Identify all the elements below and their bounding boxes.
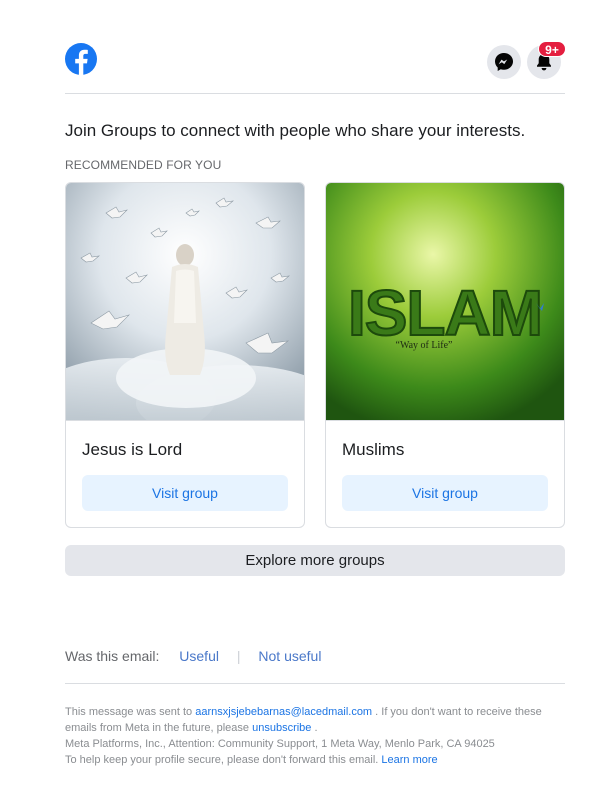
islam-image-text: ISLAM [348, 277, 542, 349]
learn-more-link[interactable]: Learn more [381, 754, 437, 766]
headline: Join Groups to connect with people who s… [65, 121, 526, 140]
islam-way-of-life-image[interactable]: ISLAM “Way of Life” [326, 183, 564, 421]
sent-to-notice: This message was sent to aarnsxjsjebebar… [65, 704, 555, 736]
notification-badge: 9+ [538, 41, 566, 57]
email-header: 9+ [65, 40, 566, 94]
facebook-logo-icon[interactable] [65, 43, 97, 75]
not-useful-link[interactable]: Not useful [258, 648, 321, 664]
visit-group-button[interactable]: Visit group [82, 475, 288, 511]
email-footer: This message was sent to aarnsxjsjebebar… [65, 704, 555, 768]
footer-divider [65, 683, 565, 684]
group-card-jesus-is-lord: Jesus is Lord Visit group [65, 182, 305, 528]
visit-group-button[interactable]: Visit group [342, 475, 548, 511]
email-feedback: Was this email: Useful | Not useful [65, 648, 321, 664]
feedback-question: Was this email: [65, 648, 160, 664]
security-text: To help keep your profile secure, please… [65, 754, 379, 766]
company-address: Meta Platforms, Inc., Attention: Communi… [65, 738, 495, 750]
group-card-muslims: ISLAM “Way of Life” Muslims Visit group [325, 182, 565, 528]
recipient-email-link[interactable]: aarnsxjsjebebarnas@lacedmail.com [195, 706, 372, 718]
explore-more-groups-button[interactable]: Explore more groups [65, 545, 565, 576]
unsubscribe-link[interactable]: unsubscribe [252, 722, 311, 734]
sent-to-prefix: This message was sent to [65, 706, 193, 718]
security-notice: To help keep your profile secure, please… [65, 752, 555, 768]
messenger-icon [495, 53, 513, 71]
group-name[interactable]: Muslims [342, 440, 404, 460]
jesus-walking-among-doves-image[interactable] [66, 183, 304, 421]
sent-to-period: . [314, 722, 318, 734]
section-label: RECOMMENDED FOR YOU [65, 158, 222, 172]
messenger-button[interactable] [487, 45, 521, 79]
feedback-separator: | [236, 648, 241, 664]
group-name[interactable]: Jesus is Lord [82, 440, 182, 460]
way-of-life-image-text: “Way of Life” [396, 340, 453, 351]
useful-link[interactable]: Useful [179, 648, 219, 664]
